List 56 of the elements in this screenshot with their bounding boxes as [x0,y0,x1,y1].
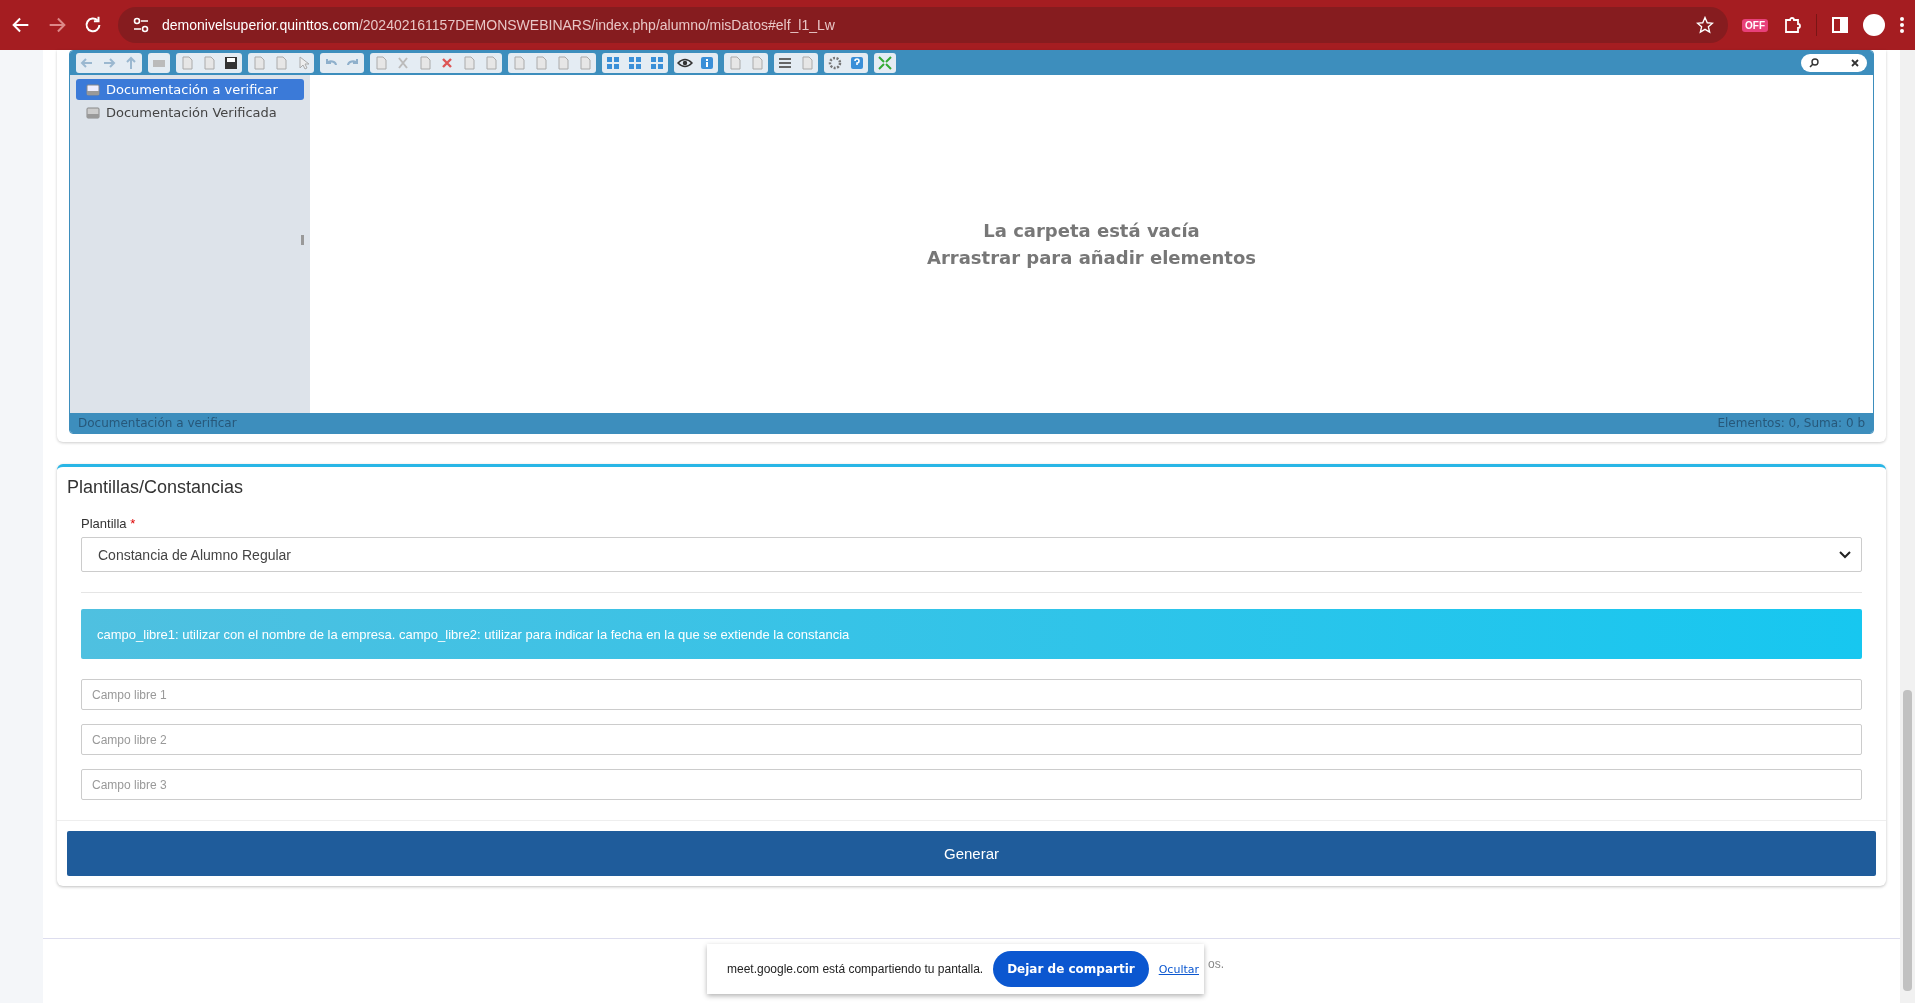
extension-badge[interactable]: OFF [1742,18,1768,32]
field-label: Plantilla * [81,516,137,531]
page-icon [511,55,527,71]
info-icon [699,55,715,71]
page-icon [251,55,267,71]
text-field[interactable]: Campo libre 1 [81,679,1862,710]
page-icon [749,55,765,71]
page-icon [555,55,571,71]
side-panel-icon[interactable] [1831,16,1849,34]
help-icon [849,55,865,71]
chevron-down-icon [1839,550,1851,559]
hide-link[interactable]: Ocultar [1158,962,1199,976]
empty-folder-hint: Arrastrar para añadir elementos [927,246,1256,270]
template-dropdown[interactable]: Constancia de Alumno Regular [81,537,1862,572]
page-icon [273,55,289,71]
generate-button[interactable]: Generar [67,831,1876,876]
star-icon[interactable] [1696,16,1714,34]
close-icon[interactable] [1851,59,1859,67]
page-icon [533,55,549,71]
resize-handle[interactable] [301,235,304,245]
folder-item[interactable]: Documentación a verificar [76,79,304,100]
page-icon [799,55,815,71]
footer-text: os. [1208,957,1224,971]
text-field[interactable]: Campo libre 3 [81,769,1862,800]
stop-sharing-button[interactable]: Dejar de compartir [993,951,1149,987]
grid-icon [627,55,643,71]
section-title: Plantillas/Constancias [67,477,245,498]
list-icon [777,55,793,71]
grid-icon [605,55,621,71]
page-icon [201,55,217,71]
share-message: meet.google.com está compartiendo tu pantalla. [727,962,984,976]
page-icon [461,55,477,71]
page-icon [373,55,389,71]
page-icon [577,55,593,71]
site-settings-icon[interactable] [132,16,150,34]
page-icon [179,55,195,71]
search-field[interactable] [1801,54,1867,72]
page-icon [417,55,433,71]
page-icon [483,55,499,71]
grid-icon [649,55,665,71]
status-summary: Elementos: 0, Suma: 0 b [1717,416,1865,430]
menu-icon[interactable] [1899,16,1905,34]
page-icon [727,55,743,71]
puzzle-icon[interactable] [1782,15,1802,35]
scrollbar[interactable] [1900,50,1915,1003]
scrollbar-thumb[interactable] [1903,690,1912,991]
url-text: demonivelsuperior.quinttos.com/202402161157DEMONSWEBINARS/index.php/alumno/misDatos#elf_l1_Lw [162,17,835,33]
address-bar[interactable]: demonivelsuperior.quinttos.com/202402161157DEMONSWEBINARS/index.php/alumno/misDatos#elf_l1_Lw [118,7,1728,43]
folder-item[interactable]: Documentación Verificada [76,102,304,123]
empty-folder-title: La carpeta está vacía [983,219,1200,243]
search-icon [1809,58,1819,68]
save-icon [223,55,239,71]
status-path: Documentación a verificar [78,416,237,430]
info-alert: campo_libre1: utilizar con el nombre de la empresa. campo_libre2: utilizar para indicar la fecha en la que se extiende la constancia [81,609,1862,659]
text-field[interactable]: Campo libre 2 [81,724,1862,755]
profile-avatar[interactable] [1863,14,1885,36]
